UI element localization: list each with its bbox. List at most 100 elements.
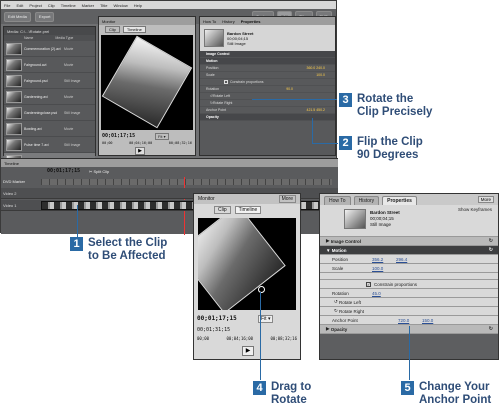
opacity-label: Opacity [330,326,348,332]
ruler-tick: 00;04;16;00 [226,336,254,341]
expand-arrow-icon[interactable]: ▶ [326,326,329,332]
zoom-monitor-header: Monitor More [194,194,300,204]
reset-icon[interactable]: ↻ [489,238,493,244]
monitor-screen[interactable] [101,35,193,130]
clip-name: Bardon Street [227,30,254,36]
timeline-timecode[interactable]: 00;01;17;15 [47,168,80,174]
menu-clip[interactable]: Clip [48,3,55,8]
rotation-value[interactable]: 90.0 [286,87,293,91]
tab-history[interactable]: History [353,196,380,205]
timeline-ruler[interactable] [41,179,332,185]
more-menu[interactable]: More [477,196,494,203]
clip-thumbnail [344,209,366,229]
dvd-marker-label: DVD Marker [3,179,26,184]
play-button[interactable]: ▶ [135,147,145,155]
rotate-left-row[interactable]: ↺ Rotate Left [320,298,498,307]
rotation-value[interactable]: 45.0 [372,291,381,296]
constrain-label: Constrain proportions [374,281,418,287]
zoom-properties-tabs: How To History Properties More [320,194,498,205]
scale-value[interactable]: 100.0 [316,73,325,77]
callout-line: Change Your [419,381,490,393]
tab-properties[interactable]: Properties [382,196,417,205]
image-control-row[interactable]: Image Control [200,51,335,58]
tab-properties[interactable]: Properties [241,19,261,24]
properties-panel: How To History Properties Bardon Street … [199,16,336,156]
media-item[interactable]: Commemoration (2).avi Movie [4,41,95,57]
media-panel: Media: C:\...\Rotate.prel Name Media Typ… [3,26,96,169]
media-item-name: Bowling.avi [24,126,42,131]
media-item-name: Gardenningclose.psd [24,110,58,115]
reset-icon[interactable]: ↻ [489,247,493,253]
expand-arrow-icon[interactable]: ▶ [326,238,329,244]
media-item-name: Fairground.avi [24,62,47,67]
media-thumbnail [6,58,22,71]
anchor-x-value[interactable]: 720.0 [398,318,409,323]
tab-timeline[interactable]: Timeline [234,206,262,214]
image-control-row[interactable]: ▶ Image Control ↻ [320,237,498,246]
rotated-clip-image[interactable] [101,35,193,129]
media-item[interactable]: Bowling.avi Movie [4,121,95,137]
scale-value[interactable]: 100.0 [372,266,383,271]
zoom-monitor-timecode[interactable]: 00;01;17;15 [197,315,237,322]
menu-project[interactable]: Project [29,3,41,8]
media-item[interactable]: Pulse time 7.avi Still Image [4,137,95,153]
media-thumbnail [6,74,22,87]
rotate-right-row[interactable]: ↻ Rotate Right [200,100,335,107]
zoom-monitor-title: Monitor [198,196,215,202]
collapse-arrow-icon[interactable]: ▼ [326,248,330,253]
motion-row[interactable]: ▼ Motion ↻ [320,246,498,255]
reset-icon[interactable]: ↻ [489,326,493,332]
edit-media-button[interactable]: Edit Media [4,11,31,22]
track-label: Video 1 [3,203,17,208]
constrain-row[interactable]: Constrain proportions [200,79,335,86]
opacity-row[interactable]: Opacity [200,114,335,121]
tab-timeline[interactable]: Timeline [122,26,146,33]
rotate-right-row[interactable]: ↻ Rotate Right [320,307,498,316]
menu-timeline[interactable]: Timeline [61,3,76,8]
menu-help[interactable]: Help [134,3,142,8]
column-media-type[interactable]: Media Type [55,36,73,40]
position-value[interactable]: 360.0 240.0 [307,66,326,70]
callout-number: 4 [253,381,266,395]
anchor-point-value[interactable]: 421.5 450.2 [307,108,326,112]
zoom-end-timecode: 00;01;31;15 [197,327,231,333]
menu-window[interactable]: Window [114,3,128,8]
monitor-timecode[interactable]: 00;01;17;15 [102,133,135,139]
checkmark-icon[interactable]: ✓ [366,281,371,287]
tab-clip[interactable]: Clip [214,206,231,214]
zoom-monitor-menu[interactable]: More [278,195,296,203]
split-clip-label: Split Clip [93,169,110,174]
export-button[interactable]: Export [34,11,55,22]
media-item[interactable]: Fairground.psd Still Image [4,73,95,89]
rotation-row: Rotation 90.0 [200,86,335,93]
menu-title[interactable]: Title [100,3,107,8]
media-item[interactable]: Gardenning.avi Movie [4,89,95,105]
media-item[interactable]: Gardenningclose.psd Still Image [4,105,95,121]
tab-history[interactable]: History [222,19,234,24]
show-keyframes-button[interactable]: Show Keyframes [458,207,492,212]
constrain-checkbox[interactable] [224,80,228,84]
position-x-value[interactable]: 356.2 [372,257,383,262]
callout-line: Anchor Point [419,394,492,406]
zoom-monitor-screen[interactable] [198,218,296,310]
play-button[interactable]: ▶ [242,346,254,356]
anchor-y-value[interactable]: 150.0 [422,318,433,323]
column-name[interactable]: Name [24,36,33,40]
menu-marker[interactable]: Marker [82,3,94,8]
fit-dropdown[interactable]: Fit ▾ [155,133,169,140]
callout-number: 2 [339,136,352,150]
media-item[interactable]: Fairground.avi Movie [4,57,95,73]
zoomed-monitor-panel: Monitor More Clip Timeline 00;01;17;15 F… [193,193,301,360]
rotated-clip-image[interactable] [198,218,286,310]
leader-line-5 [409,326,410,380]
tab-clip[interactable]: Clip [105,26,120,33]
tab-how-to[interactable]: How To [324,196,351,205]
tab-how-to[interactable]: How To [203,19,216,24]
constrain-row[interactable]: ✓ Constrain proportions [320,280,498,289]
motion-row[interactable]: Motion [200,58,335,65]
menu-file[interactable]: File [4,3,10,8]
prop-label: Anchor Point [206,108,227,112]
split-clip-button[interactable]: ✂ Split Clip [89,169,109,174]
position-y-value[interactable]: 296.4 [396,257,407,262]
menu-edit[interactable]: Edit [16,3,23,8]
